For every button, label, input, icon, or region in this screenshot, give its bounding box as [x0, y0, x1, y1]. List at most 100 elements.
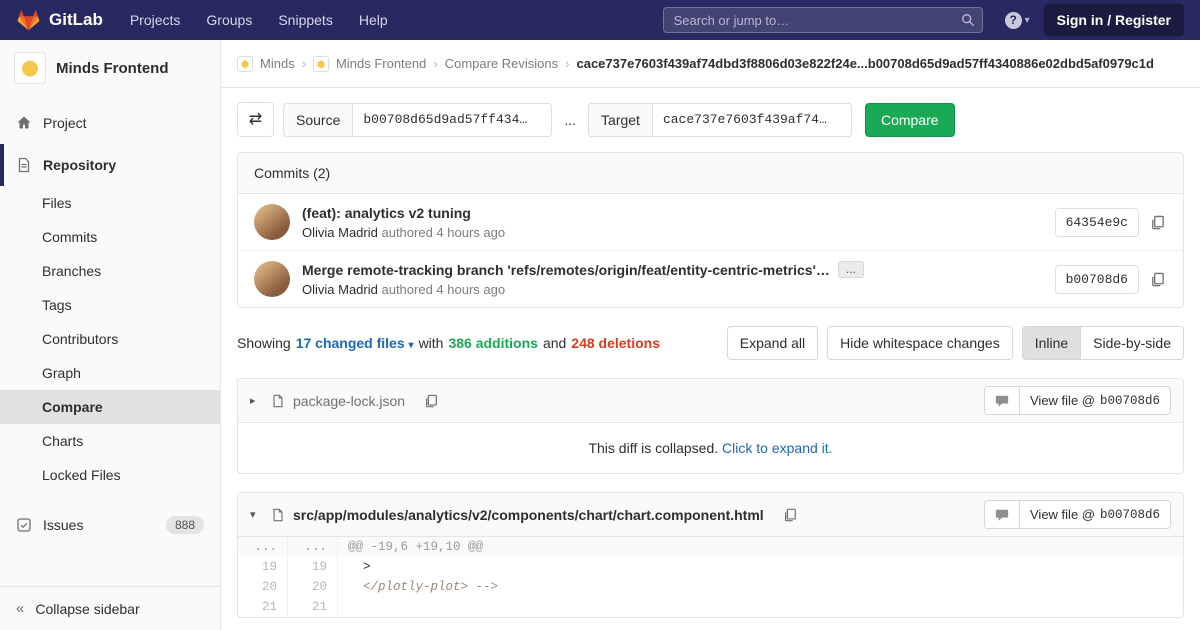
- breadcrumb: Minds › Minds Frontend › Compare Revisio…: [221, 40, 1200, 88]
- target-ref-input[interactable]: [652, 103, 852, 137]
- help-dropdown[interactable]: ? ▾: [1005, 12, 1030, 29]
- caret-down-icon[interactable]: ▾: [250, 508, 263, 521]
- sidebar-item-files[interactable]: Files: [0, 186, 220, 220]
- expand-diff-link[interactable]: Click to expand it.: [722, 440, 833, 456]
- collapse-sidebar-button[interactable]: « Collapse sidebar: [0, 586, 220, 630]
- commit-message-expander[interactable]: ...: [838, 261, 864, 278]
- code-line: [338, 597, 1183, 617]
- diff-line-row: 20 20 </plotly-plot> -->: [238, 577, 1183, 597]
- showing-label: Showing: [237, 335, 291, 351]
- commit-author-link[interactable]: Olivia Madrid: [302, 282, 378, 297]
- and-label: and: [543, 335, 566, 351]
- new-line-number[interactable]: 21: [288, 597, 338, 617]
- diff-line-row: 19 19 >: [238, 557, 1183, 577]
- old-line-number[interactable]: 21: [238, 597, 288, 617]
- clipboard-icon: [1150, 215, 1165, 230]
- chevron-down-icon: ▾: [1025, 15, 1030, 26]
- brand-name: GitLab: [49, 10, 103, 30]
- sidebar-item-compare[interactable]: Compare: [0, 390, 220, 424]
- target-label: Target: [588, 103, 652, 137]
- sidebar-item-contributors[interactable]: Contributors: [0, 322, 220, 356]
- toggle-comments-button[interactable]: [984, 500, 1020, 529]
- breadcrumb-project-link[interactable]: Minds Frontend: [336, 56, 426, 71]
- commit-title-link[interactable]: (feat): analytics v2 tuning: [302, 205, 471, 221]
- view-file-label: View file @: [1030, 393, 1095, 408]
- commit-meta: Olivia Madrid authored 4 hours ago: [302, 225, 1055, 240]
- sign-in-button[interactable]: Sign in / Register: [1044, 4, 1184, 36]
- expand-all-button[interactable]: Expand all: [727, 326, 818, 360]
- chevron-down-icon: ▾: [409, 340, 414, 351]
- inline-view-button[interactable]: Inline: [1022, 326, 1081, 360]
- nav-projects[interactable]: Projects: [117, 0, 194, 40]
- sidebar-item-branches[interactable]: Branches: [0, 254, 220, 288]
- clipboard-icon: [783, 508, 797, 522]
- changed-files-dropdown[interactable]: 17 changed files ▾: [296, 335, 414, 351]
- sidebar-item-repository[interactable]: Repository: [0, 144, 220, 186]
- body-row: Minds Frontend Project Repository Files: [0, 40, 1200, 630]
- hide-whitespace-button[interactable]: Hide whitespace changes: [827, 326, 1013, 360]
- additions-count: 386 additions: [448, 335, 537, 351]
- sidebar-item-charts[interactable]: Charts: [0, 424, 220, 458]
- view-file-button[interactable]: View file @ b00708d6: [1020, 386, 1171, 415]
- new-line-number[interactable]: 19: [288, 557, 338, 577]
- breadcrumb-group-link[interactable]: Minds: [260, 56, 295, 71]
- nav-help[interactable]: Help: [346, 0, 401, 40]
- collapse-icon: «: [16, 600, 24, 617]
- side-by-side-view-button[interactable]: Side-by-side: [1081, 326, 1184, 360]
- file-path-link[interactable]: src/app/modules/analytics/v2/components/…: [293, 507, 764, 523]
- file-path-link[interactable]: package-lock.json: [293, 393, 405, 409]
- source-label: Source: [283, 103, 352, 137]
- swap-revisions-button[interactable]: ⇄: [237, 102, 274, 137]
- commit-sha-link[interactable]: b00708d6: [1055, 265, 1139, 294]
- source-ref-input[interactable]: [352, 103, 552, 137]
- diff-file-panel: ▾ src/app/modules/analytics/v2/component…: [237, 492, 1184, 618]
- toggle-comments-button[interactable]: [984, 386, 1020, 415]
- sidebar-item-commits[interactable]: Commits: [0, 220, 220, 254]
- view-file-label: View file @: [1030, 507, 1095, 522]
- commit-title-link[interactable]: Merge remote-tracking branch 'refs/remot…: [302, 262, 830, 278]
- breadcrumb-separator: ›: [565, 56, 569, 71]
- commits-panel: Commits (2) (feat): analytics v2 tuning …: [237, 152, 1184, 308]
- nav-groups[interactable]: Groups: [193, 0, 265, 40]
- project-crumb-avatar: [313, 56, 329, 72]
- gitlab-home-link[interactable]: GitLab: [16, 8, 103, 32]
- commit-info: Merge remote-tracking branch 'refs/remot…: [302, 261, 1055, 297]
- commit-author-link[interactable]: Olivia Madrid: [302, 225, 378, 240]
- sidebar: Minds Frontend Project Repository Files: [0, 40, 221, 630]
- breadcrumb-section-link[interactable]: Compare Revisions: [445, 56, 558, 71]
- group-avatar: [237, 56, 253, 72]
- copy-sha-button[interactable]: [1148, 213, 1167, 232]
- code-line: >: [338, 557, 1183, 577]
- sidebar-item-project[interactable]: Project: [0, 102, 220, 144]
- old-line-number[interactable]: 19: [238, 557, 288, 577]
- sidebar-item-graph[interactable]: Graph: [0, 356, 220, 390]
- commit-row: (feat): analytics v2 tuning Olivia Madri…: [238, 194, 1183, 250]
- navbar-search: [663, 7, 983, 33]
- sidebar-project-header[interactable]: Minds Frontend: [0, 40, 220, 96]
- old-line-number[interactable]: 20: [238, 577, 288, 597]
- commit-sha-link[interactable]: 64354e9c: [1055, 208, 1139, 237]
- view-file-button[interactable]: View file @ b00708d6: [1020, 500, 1171, 529]
- sidebar-item-locked-files[interactable]: Locked Files: [0, 458, 220, 492]
- sidebar-item-issues[interactable]: Issues 888: [0, 504, 220, 546]
- sidebar-item-tags[interactable]: Tags: [0, 288, 220, 322]
- copy-file-path-button[interactable]: [422, 392, 440, 410]
- file-icon: [271, 508, 285, 522]
- diff-file-header: ▸ package-lock.json: [238, 379, 1183, 422]
- project-name: Minds Frontend: [56, 60, 169, 77]
- sidebar-item-label: Repository: [43, 157, 116, 173]
- copy-sha-button[interactable]: [1148, 270, 1167, 289]
- caret-right-icon[interactable]: ▸: [250, 394, 263, 407]
- search-icon: [961, 13, 975, 27]
- copy-file-path-button[interactable]: [781, 506, 799, 524]
- diff-mode-toggle: Inline Side-by-side: [1022, 326, 1184, 360]
- old-line-number: ...: [238, 537, 288, 557]
- compare-button[interactable]: Compare: [865, 103, 955, 137]
- with-label: with: [419, 335, 444, 351]
- breadcrumb-current-range: cace737e7603f439af74dbd3f8806d03e822f24e…: [576, 56, 1153, 71]
- view-file-sha: b00708d6: [1100, 508, 1160, 522]
- search-input[interactable]: [663, 7, 983, 33]
- nav-snippets[interactable]: Snippets: [265, 0, 345, 40]
- new-line-number[interactable]: 20: [288, 577, 338, 597]
- clipboard-icon: [1150, 272, 1165, 287]
